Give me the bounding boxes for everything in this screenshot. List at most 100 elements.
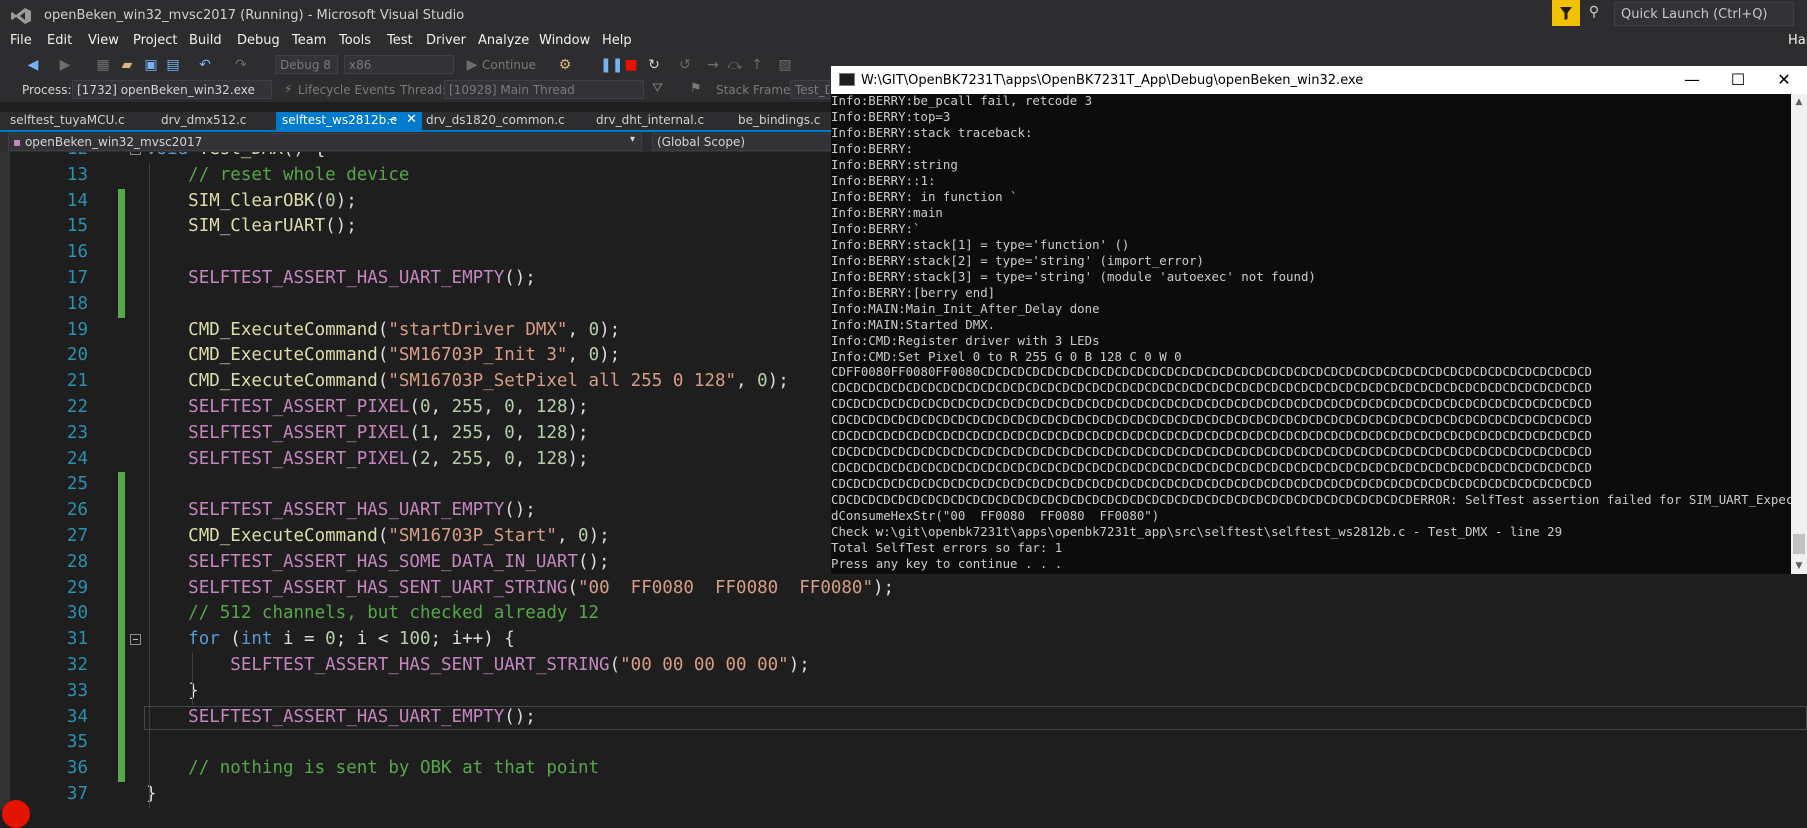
code-line[interactable]: 32 SELFTEST_ASSERT_HAS_SENT_UART_STRING(… [0, 653, 1807, 679]
pin-tab-icon[interactable]: ⊸ [388, 113, 397, 126]
restart-icon[interactable]: ↻ [645, 56, 663, 74]
back-icon[interactable]: ◀ [24, 56, 42, 74]
breakpoint-icon[interactable] [2, 800, 30, 828]
quick-launch-input[interactable]: Quick Launch (Ctrl+Q) [1614, 2, 1794, 26]
tab-drv-ds1820-common[interactable]: drv_ds1820_common.c [420, 112, 571, 130]
menu-test[interactable]: Test [387, 32, 413, 48]
menu-window[interactable]: Window [539, 32, 590, 48]
code-text: SELFTEST_ASSERT_PIXEL(2, 255, 0, 128); [146, 448, 588, 469]
new-project-icon[interactable]: ▦ [94, 56, 112, 74]
menu-view[interactable]: View [88, 32, 119, 48]
maximize-button[interactable]: ☐ [1715, 66, 1761, 94]
process-icon[interactable]: ⚙ [556, 56, 574, 74]
code-line[interactable]: 37} [0, 782, 1807, 808]
code-line[interactable]: 30 // 512 channels, but checked already … [0, 601, 1807, 628]
change-marker [118, 756, 125, 783]
project-select[interactable]: ▪ openBeken_win32_mvsc2017 ▾ [8, 133, 642, 151]
fold-collapse-loop-icon[interactable] [130, 634, 141, 646]
menu-project[interactable]: Project [133, 32, 177, 48]
change-marker [118, 704, 125, 731]
code-token: ); [567, 422, 589, 443]
hex-display-icon[interactable]: ▨ [776, 56, 794, 74]
solution-config-select[interactable]: Debug 8 [275, 55, 338, 74]
code-token: , [514, 448, 536, 469]
code-token: , [514, 422, 536, 443]
step-into-icon[interactable]: → [704, 56, 722, 74]
code-line[interactable]: 35 [0, 730, 1807, 757]
code-token: (); [504, 500, 536, 521]
code-line[interactable]: 36 // nothing is sent by OBK at that poi… [0, 756, 1807, 783]
tab-drv-dmx512[interactable]: drv_dmx512.c [155, 112, 252, 130]
redo-icon[interactable]: ↷ [232, 56, 250, 74]
console-app-icon [839, 73, 855, 86]
show-flagged-icon[interactable]: ⚑ [690, 81, 702, 96]
code-line[interactable]: 33 } [0, 678, 1807, 705]
tab-be-bindings[interactable]: be_bindings.c [732, 112, 826, 130]
lifecycle-events-button[interactable]: Lifecycle Events [298, 83, 395, 97]
stack-frame-label: Stack Frame: [716, 83, 795, 97]
close-tab-icon[interactable]: ✕ [406, 112, 417, 127]
tab-drv-dht-internal[interactable]: drv_dht_internal.c [590, 112, 710, 130]
line-number: 13 [66, 164, 88, 185]
forward-icon[interactable]: ▶ [56, 56, 74, 74]
feedback-filter-button[interactable] [1552, 0, 1580, 26]
console-scrollbar[interactable]: ▲ ▼ [1791, 94, 1807, 574]
tab-selftest-ws2812b[interactable]: selftest_ws2812b.c ⊸ ✕ [276, 112, 422, 130]
show-next-statement-icon[interactable]: ↺ [676, 56, 694, 74]
scroll-down-icon[interactable]: ▼ [1791, 558, 1807, 574]
code-token: , [430, 448, 452, 469]
code-line[interactable]: 31 for (int i = 0; i < 100; i++) { [0, 627, 1807, 654]
step-over-icon[interactable]: ⤼ [726, 56, 744, 74]
minimize-button[interactable]: — [1669, 66, 1715, 94]
thread-select[interactable]: [10928] Main Thread [444, 80, 644, 99]
code-text: SELFTEST_ASSERT_PIXEL(0, 255, 0, 128); [146, 397, 588, 417]
code-token: , [430, 422, 452, 443]
line-number: 27 [66, 526, 88, 546]
step-out-icon[interactable]: ↑ [748, 56, 766, 74]
save-all-icon[interactable]: ▤ [164, 56, 182, 74]
menu-tools[interactable]: Tools [339, 32, 371, 48]
continue-icon[interactable]: ▶ [463, 56, 481, 74]
continue-label[interactable]: Continue [482, 58, 536, 72]
menu-edit[interactable]: Edit [47, 32, 72, 48]
console-line: Info:BERRY:string [831, 156, 958, 172]
code-token: , [483, 422, 505, 443]
close-button[interactable]: ✕ [1761, 66, 1807, 94]
console-line: CDCDCDCDCDCDCDCDCDCDCDCDCDCDCDCDCDCDCDCD… [831, 380, 1592, 396]
menu-debug[interactable]: Debug [237, 32, 280, 48]
line-number: 37 [66, 784, 88, 804]
code-token: Test_DMX [199, 152, 283, 159]
flag-thread-icon[interactable]: ⛛ [652, 81, 663, 96]
console-window[interactable]: W:\GIT\OpenBK7231T\apps\OpenBK7231T_App\… [831, 66, 1807, 574]
menu-analyze[interactable]: Analyze [478, 32, 529, 48]
pin-icon[interactable]: ⚲ [1584, 4, 1604, 22]
scroll-up-icon[interactable]: ▲ [1791, 94, 1807, 110]
scroll-thumb[interactable] [1793, 534, 1805, 554]
menu-team[interactable]: Team [292, 32, 326, 48]
lifecycle-events-icon[interactable]: ⚡ [284, 82, 292, 96]
process-select[interactable]: [1732] openBeken_win32.exe [72, 80, 272, 99]
undo-icon[interactable]: ↶ [196, 56, 214, 74]
break-all-icon[interactable]: ❚❚ [600, 56, 623, 74]
thread-label: Thread: [400, 83, 447, 97]
menu-driver[interactable]: Driver [426, 32, 466, 48]
console-title-bar: W:\GIT\OpenBK7231T\apps\OpenBK7231T_App\… [831, 66, 1807, 94]
fold-collapse-function-icon[interactable] [130, 152, 141, 155]
stop-icon[interactable]: ■ [622, 56, 640, 74]
open-folder-icon[interactable]: ▰ [118, 56, 136, 74]
stack-frame-select[interactable]: Test_D [790, 80, 830, 99]
save-icon[interactable]: ▣ [142, 56, 160, 74]
scope-select[interactable]: (Global Scope) [652, 133, 832, 151]
tab-selftest-tuyamcu[interactable]: selftest_tuyaMCU.c [4, 112, 131, 130]
change-marker [118, 472, 125, 499]
menu-file[interactable]: File [10, 32, 32, 48]
code-token: () { [283, 152, 325, 159]
code-line[interactable]: 29 SELFTEST_ASSERT_HAS_SENT_UART_STRING(… [0, 575, 1807, 602]
platform-select[interactable]: x86 [344, 55, 454, 74]
menu-build[interactable]: Build [189, 32, 222, 48]
menu-help[interactable]: Help [602, 32, 632, 48]
line-number: 14 [66, 190, 88, 211]
